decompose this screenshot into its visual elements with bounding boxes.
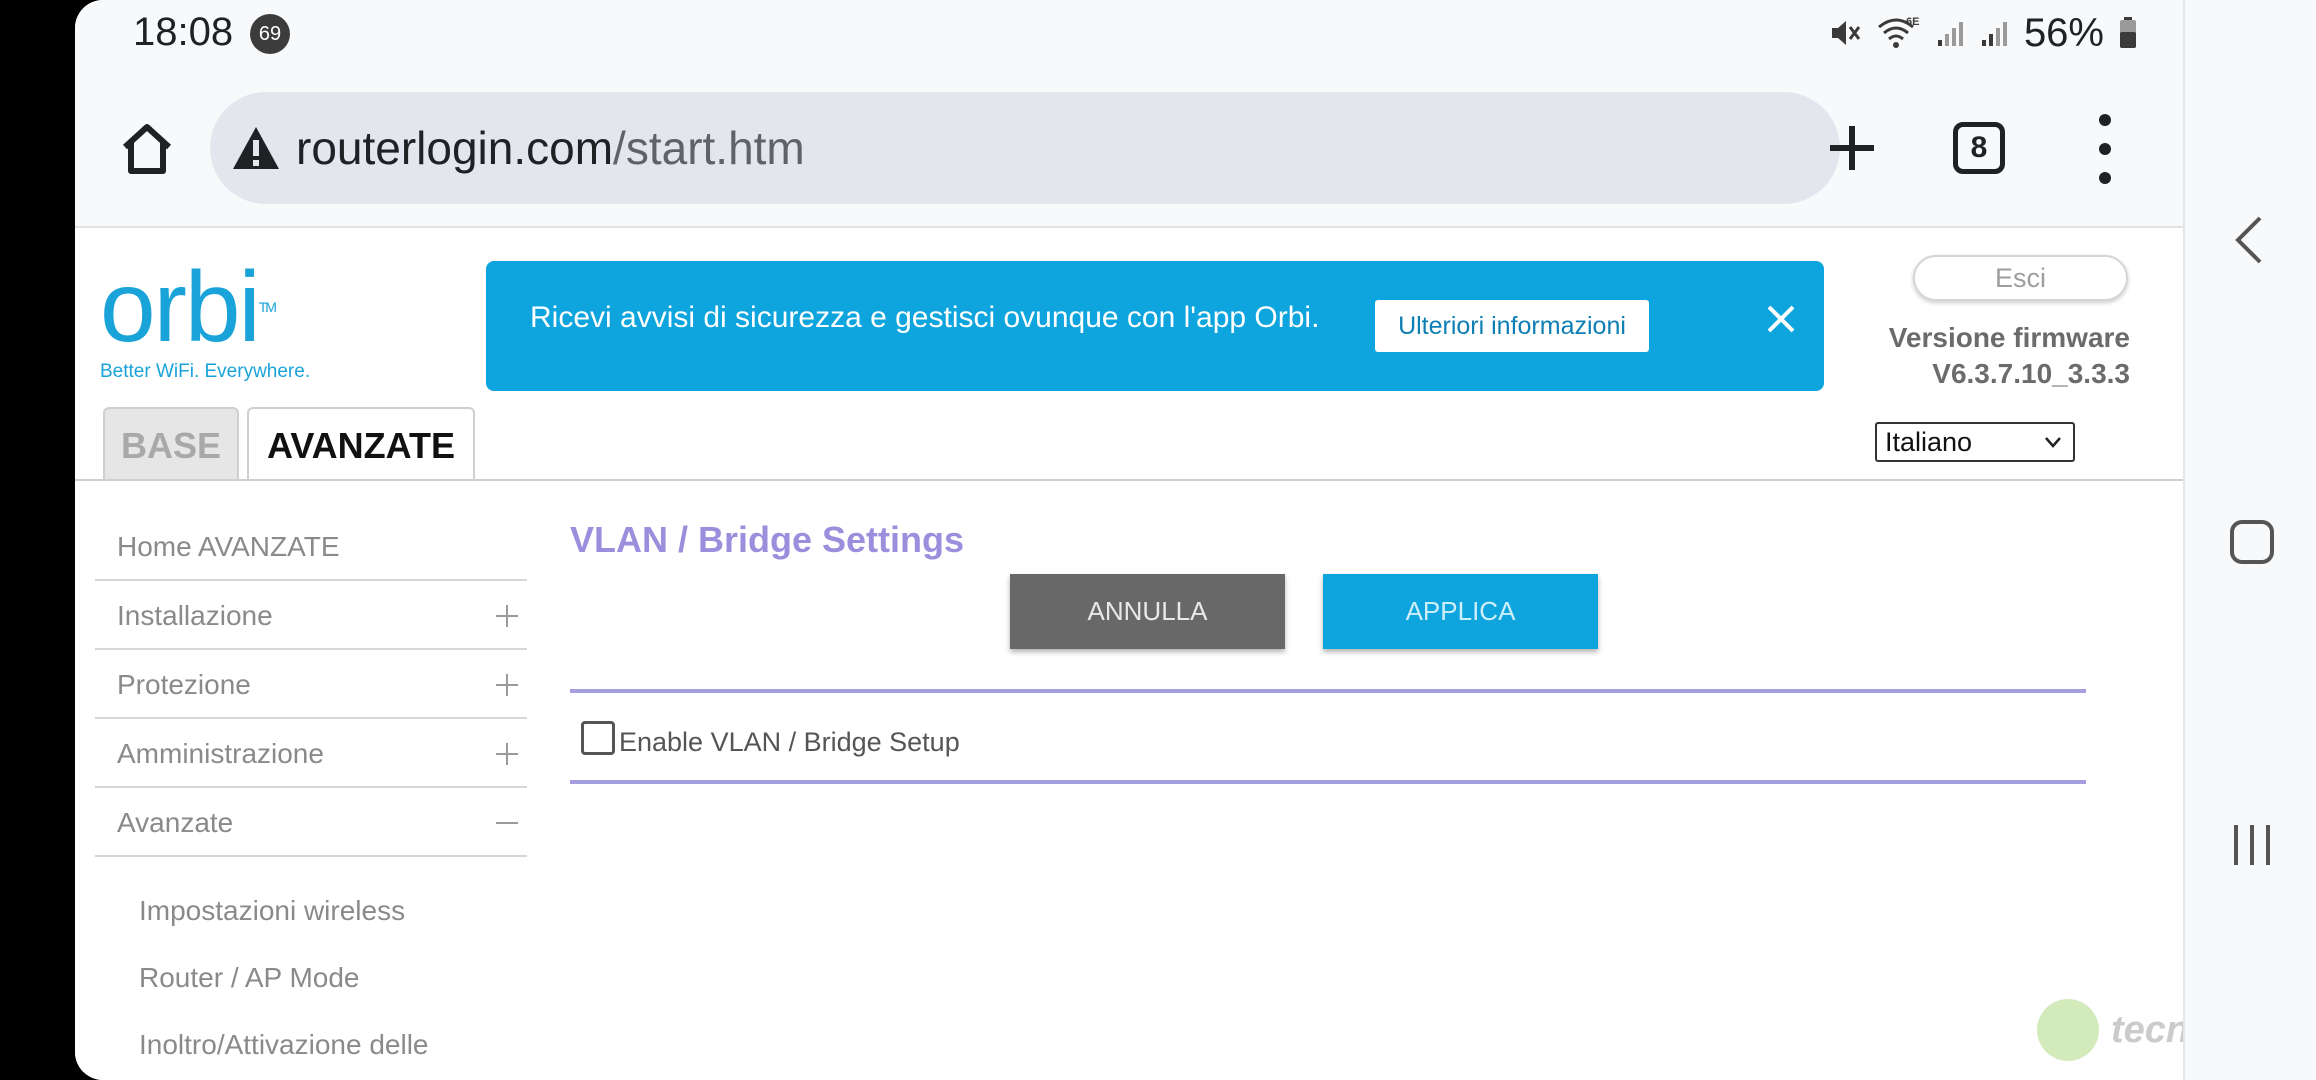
tab-base[interactable]: BASE <box>103 407 239 481</box>
sidebar-item-label: Protezione <box>117 669 251 700</box>
tab-switcher-button[interactable]: 8 <box>1953 122 2005 174</box>
back-icon[interactable] <box>2222 210 2282 270</box>
sidebar-item-label: Installazione <box>117 600 273 631</box>
battery-icon <box>2120 17 2136 48</box>
url-host: routerlogin.com <box>296 122 614 174</box>
home-nav-icon[interactable] <box>2222 512 2282 572</box>
logout-button[interactable]: Esci <box>1913 255 2128 301</box>
vlan-enable-checkbox[interactable] <box>581 720 615 755</box>
warning-icon[interactable] <box>228 120 284 176</box>
section-divider-top <box>570 689 2086 693</box>
logo-tagline: Better WiFi. Everywhere. <box>100 361 311 382</box>
sidebar-subitem-router-ap-mode[interactable]: Router / AP Mode <box>95 944 527 1011</box>
plus-icon <box>496 605 518 627</box>
sidebar-item-security[interactable]: Protezione <box>95 650 527 719</box>
tab-advanced[interactable]: AVANZATE <box>247 407 475 481</box>
android-logo-icon <box>2037 999 2099 1061</box>
sidebar-item-label: Home AVANZATE <box>117 531 340 562</box>
signal-icon <box>1981 22 2007 46</box>
battery-percent: 56% <box>2023 10 2104 55</box>
more-menu-icon[interactable] <box>2085 114 2125 184</box>
home-button[interactable] <box>111 113 183 185</box>
sidebar-subitem-wireless-settings[interactable]: Impostazioni wireless <box>95 877 527 944</box>
logo-trademark: TM <box>258 299 277 315</box>
router-page: orbiTM Better WiFi. Everywhere. Ricevi a… <box>75 229 2241 1080</box>
plus-icon <box>496 743 518 765</box>
address-bar[interactable]: routerlogin.com/start.htm <box>210 92 1840 204</box>
language-value: Italiano <box>1885 427 1973 457</box>
svg-text:6E: 6E <box>1906 16 1919 28</box>
sidebar-subitem-port-forwarding[interactable]: Inoltro/Attivazione delle <box>95 1011 527 1078</box>
status-icons: 6E 56% <box>1828 8 2138 58</box>
sidebar-item-label: Amministrazione <box>117 738 324 769</box>
close-icon[interactable] <box>1761 299 1801 339</box>
apply-button[interactable]: APPLICA <box>1323 574 1598 649</box>
browser-toolbar: routerlogin.com/start.htm 8 <box>75 66 2183 228</box>
status-time: 18:08 <box>133 10 234 54</box>
vlan-enable-label[interactable]: Enable VLAN / Bridge Setup <box>619 727 960 758</box>
url-path: /start.htm <box>613 122 805 174</box>
language-select[interactable]: Italiano <box>1875 422 2075 462</box>
mute-icon <box>1831 21 1861 45</box>
wifi-6e-icon: 6E <box>1877 16 1919 48</box>
logo-word: orbi <box>100 251 261 363</box>
url-text: routerlogin.com/start.htm <box>296 121 805 175</box>
section-divider-bottom <box>570 780 2086 784</box>
signal-icon <box>1937 22 1963 46</box>
sidebar-item-administration[interactable]: Amministrazione <box>95 719 527 788</box>
notification-count-badge: 69 <box>250 14 290 54</box>
app-promo-banner: Ricevi avvisi di sicurezza e gestisci ov… <box>486 261 1824 391</box>
sidebar-item-setup[interactable]: Installazione <box>95 581 527 650</box>
home-icon <box>122 124 172 174</box>
chevron-down-icon <box>2045 437 2061 448</box>
recent-apps-icon[interactable] <box>2222 815 2282 875</box>
sidebar-nav: Home AVANZATE Installazione Protezione A… <box>95 512 527 1078</box>
plus-icon <box>496 674 518 696</box>
tabs-divider <box>75 479 2183 481</box>
sidebar-item-advanced[interactable]: Avanzate <box>95 788 527 857</box>
firmware-label: Versione firmware <box>1888 322 2130 353</box>
more-info-button[interactable]: Ulteriori informazioni <box>1375 300 1649 352</box>
status-bar: 18:08 69 6E 56% <box>75 0 2183 66</box>
plus-icon <box>1830 126 1874 170</box>
minus-icon <box>496 822 518 824</box>
system-nav-bar <box>2183 0 2316 1080</box>
vlan-enable-row: Enable VLAN / Bridge Setup <box>581 717 960 758</box>
page-title: VLAN / Bridge Settings <box>570 519 965 560</box>
firmware-version: V6.3.7.10_3.3.3 <box>1932 358 2130 389</box>
phone-screen: 18:08 69 6E 56% routerlogin.com/start.ht… <box>75 0 2241 1080</box>
cancel-button[interactable]: ANNULLA <box>1010 574 1285 649</box>
banner-text: Ricevi avvisi di sicurezza e gestisci ov… <box>530 301 1320 334</box>
sidebar-item-home-advanced[interactable]: Home AVANZATE <box>95 512 527 581</box>
new-tab-button[interactable] <box>1810 106 1894 190</box>
orbi-logo: orbiTM Better WiFi. Everywhere. <box>100 257 310 383</box>
sidebar-item-label: Avanzate <box>117 807 234 838</box>
